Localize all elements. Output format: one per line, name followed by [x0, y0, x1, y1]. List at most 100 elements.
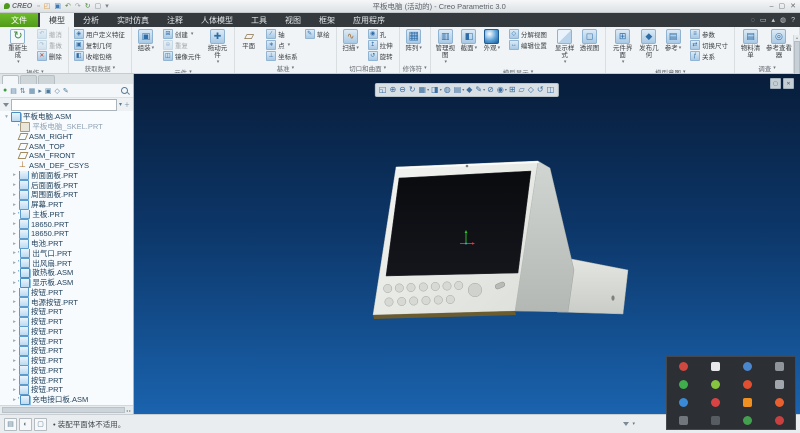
expand-arrow-icon[interactable]: ▸: [11, 358, 18, 364]
tree-item[interactable]: ▸ 按钮.PRT: [2, 385, 126, 395]
tray-icon[interactable]: [679, 416, 688, 425]
tree-item[interactable]: ▸ 屏幕.PRT: [2, 200, 126, 210]
expand-arrow-icon[interactable]: ▸: [11, 270, 18, 276]
close-button[interactable]: ✕: [790, 3, 796, 10]
expand-arrow-icon[interactable]: ▸: [11, 202, 18, 208]
ribbon-button[interactable]: ∕ 轴: [266, 28, 301, 39]
regenerate-icon[interactable]: ↻: [85, 3, 91, 10]
tray-icon[interactable]: [711, 398, 720, 407]
filter-funnel-icon[interactable]: [3, 103, 9, 107]
ribbon-button[interactable]: ◆ 发布几何: [637, 28, 661, 67]
display-style-icon[interactable]: ▦▾: [419, 86, 430, 94]
save-icon[interactable]: ▣: [54, 3, 61, 10]
expand-arrow-icon[interactable]: ▸: [11, 260, 18, 266]
model-screen[interactable]: [386, 171, 531, 276]
saved-orientations-icon[interactable]: ◨▾: [431, 86, 442, 94]
tree-item[interactable]: ▸ 18650.PRT: [2, 219, 126, 229]
tab-folder-browser[interactable]: [20, 75, 37, 84]
ribbon-button[interactable]: ▥ 管理视图▾: [434, 28, 457, 67]
expand-arrow-icon[interactable]: ▸: [11, 289, 18, 295]
ribbon-button[interactable]: ◧ 截面▾: [458, 28, 480, 67]
zoom-in-icon[interactable]: ⊕: [389, 86, 397, 94]
select-mode-icon[interactable]: ▸: [38, 87, 42, 95]
maximize-button[interactable]: ▢: [779, 3, 786, 10]
ribbon-button[interactable]: ∿ 扫描▾: [340, 28, 362, 53]
perspective-icon[interactable]: ◉▾: [497, 86, 507, 94]
expand-arrow-icon[interactable]: ▸: [11, 172, 18, 178]
ribbon-group-label[interactable]: 模型显示▾: [434, 67, 603, 74]
tray-icon[interactable]: [679, 398, 688, 407]
tree-item[interactable]: ▸ 按钮.PRT: [2, 288, 126, 298]
expand-arrow-icon[interactable]: ▸: [11, 387, 18, 393]
ribbon-button[interactable]: ◻ 透视图: [578, 28, 600, 67]
edit-icon[interactable]: ✎: [63, 87, 69, 95]
ribbon-button[interactable]: ◉ 孔: [368, 28, 396, 39]
expand-arrow-icon[interactable]: ▸: [11, 192, 18, 198]
tree-item[interactable]: ▸ 后面面板.PRT: [2, 180, 126, 190]
tree-item[interactable]: ▸ 按钮.PRT: [2, 307, 126, 317]
expand-arrow-icon[interactable]: ▸: [11, 328, 18, 334]
zoom-out-icon[interactable]: ⊖: [399, 86, 407, 94]
ribbon-button[interactable]: ▣ 组装▾: [135, 28, 157, 53]
expand-arrow-icon[interactable]: ▾: [3, 114, 10, 120]
tree-item[interactable]: ▸ ▪ 散热板.ASM: [2, 268, 126, 278]
scroll-thumb[interactable]: [2, 407, 125, 413]
ribbon-button[interactable]: ◇ 分解视图: [509, 28, 550, 39]
tray-icon[interactable]: [743, 380, 752, 389]
view-manager-icon[interactable]: ◍: [444, 86, 452, 94]
ribbon-button[interactable]: ◈ 用户定义特征: [74, 28, 128, 39]
ribbon-button[interactable]: ⇄ 切换尺寸: [690, 39, 731, 50]
window-switch-icon[interactable]: ▢: [95, 3, 102, 10]
filter-dropdown-icon[interactable]: ▾: [632, 421, 635, 427]
spin-center-icon[interactable]: ⊘: [487, 86, 495, 94]
resource-center-icon[interactable]: ◍: [780, 16, 786, 24]
undo-icon[interactable]: ↶: [65, 3, 71, 10]
expand-arrow-icon[interactable]: ▸: [11, 221, 18, 227]
expand-arrow-icon[interactable]: ▸: [11, 367, 18, 373]
ribbon-button[interactable]: ↺ 旋转: [368, 50, 396, 61]
tree-item[interactable]: ▸ 电池.PRT: [2, 239, 126, 249]
tree-item[interactable]: ▸ 按钮.PRT: [2, 317, 126, 327]
annotation-display-icon[interactable]: ◆: [466, 86, 473, 94]
expand-arrow-icon[interactable]: ▸: [11, 397, 18, 403]
tray-icon[interactable]: [711, 416, 720, 425]
ribbon-button[interactable]: ◧ 收缩包络: [74, 50, 128, 61]
tree-item[interactable]: ASM_FRONT: [2, 151, 126, 161]
selection-filter[interactable]: ▾: [623, 421, 635, 427]
ribbon-tab[interactable]: 视图: [276, 13, 310, 27]
tree-item[interactable]: ▸ 按钮.PRT: [2, 327, 126, 337]
ribbon-display-icon[interactable]: ▭: [760, 16, 767, 24]
tree-item[interactable]: ▸ 按钮.PRT: [2, 375, 126, 385]
tray-icon[interactable]: [775, 398, 784, 407]
minimize-ribbon-icon[interactable]: ▴: [771, 16, 775, 24]
tree-columns-icon[interactable]: ▦: [29, 87, 36, 95]
search-icon[interactable]: [121, 87, 128, 94]
tree-item[interactable]: ▸ 18650.PRT: [2, 229, 126, 239]
tray-icon[interactable]: [775, 380, 784, 389]
tree-item[interactable]: ▸ ▪ 显示板.ASM: [2, 278, 126, 288]
qat-more-icon[interactable]: ▾: [105, 3, 109, 10]
ribbon-button[interactable]: ◎ 参考查看器: [764, 28, 794, 60]
tree-item[interactable]: ▾ 平板电脑.ASM: [2, 112, 126, 122]
refit-icon[interactable]: ◱: [379, 86, 388, 94]
expand-arrow-icon[interactable]: ▸: [11, 280, 18, 286]
ribbon-group-label[interactable]: 切口和曲面▾: [340, 63, 396, 73]
ribbon-button[interactable]: ↔ 编辑位置: [509, 39, 550, 50]
ribbon-group-label[interactable]: 获取数据▾: [72, 63, 128, 73]
ribbon-button[interactable]: ⊞ 创建▾: [163, 28, 204, 39]
tree-item[interactable]: ▸ 电源按钮.PRT: [2, 297, 126, 307]
tray-icon[interactable]: [711, 380, 720, 389]
ribbon-button[interactable]: ✕ 删除: [37, 50, 65, 61]
repaint-icon[interactable]: ↻: [409, 86, 417, 94]
ribbon-button[interactable]: ↷ 重做: [37, 39, 65, 50]
ribbon-button[interactable]: ✚ 拖动元件▾: [206, 28, 229, 67]
expand-arrow-icon[interactable]: ▸: [11, 250, 18, 256]
expand-arrow-icon[interactable]: ▸: [11, 231, 18, 237]
csys-display-icon[interactable]: ↺: [537, 86, 545, 94]
graphics-window-restore-icon[interactable]: ▢: [770, 78, 781, 89]
ribbon-button[interactable]: ▣ 复制几何: [74, 39, 128, 50]
tray-icon[interactable]: [679, 362, 688, 371]
show-icon[interactable]: ◇: [55, 87, 60, 95]
tree-item[interactable]: ▸ 按钮.PRT: [2, 336, 126, 346]
graphics-window-close-icon[interactable]: ✕: [783, 78, 794, 89]
